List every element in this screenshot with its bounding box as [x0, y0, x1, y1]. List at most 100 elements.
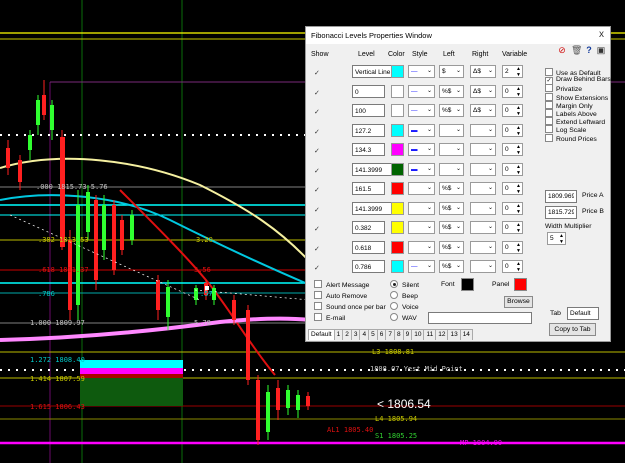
option-checkbox[interactable]: [545, 68, 553, 76]
email-checkbox[interactable]: [314, 313, 322, 321]
variable-stepper[interactable]: 0 ▲ ▼: [502, 240, 523, 254]
style-dropdown[interactable]: ▬ ⌄: [408, 123, 435, 137]
auto-remove-checkbox[interactable]: [314, 291, 322, 299]
left-dropdown[interactable]: ⌄: [439, 143, 464, 156]
show-checkbox[interactable]: ✓: [314, 167, 320, 175]
option-checkbox[interactable]: [545, 117, 553, 126]
right-dropdown[interactable]: Δ$ ⌄: [470, 104, 496, 117]
variable-stepper[interactable]: 0 ▲ ▼: [502, 201, 523, 215]
right-dropdown[interactable]: Δ$ ⌄: [470, 84, 496, 98]
option-checkbox[interactable]: [545, 133, 553, 142]
variable-stepper[interactable]: 0 ▲ ▼: [502, 104, 523, 117]
fibonacci-properties-window[interactable]: Fibonacci Levels Properties Window x ⊘ 🗑…: [305, 26, 611, 342]
left-dropdown[interactable]: %$ ⌄: [439, 240, 464, 254]
show-checkbox[interactable]: ✓: [314, 245, 320, 253]
level-field[interactable]: 141.3999: [352, 201, 392, 215]
panel-color-swatch[interactable]: [514, 278, 527, 291]
voice-option[interactable]: Voice: [390, 302, 419, 311]
color-swatch[interactable]: [391, 201, 404, 215]
beep-radio[interactable]: [390, 291, 398, 299]
wav-option[interactable]: WAV: [390, 313, 417, 322]
stepper-arrows-icon[interactable]: ▲ ▼: [516, 105, 521, 117]
option-checkbox[interactable]: [545, 84, 553, 93]
email-option[interactable]: E-mail: [314, 313, 345, 322]
level-field[interactable]: 161.5: [352, 182, 385, 195]
left-dropdown[interactable]: ⌄: [439, 123, 464, 137]
show-checkbox[interactable]: ✓: [314, 128, 320, 136]
color-swatch[interactable]: [391, 84, 404, 98]
variable-stepper[interactable]: 0 ▲ ▼: [502, 84, 523, 98]
show-checkbox[interactable]: ✓: [314, 186, 320, 194]
stepper-arrows-icon[interactable]: ▲ ▼: [516, 222, 521, 234]
level-field[interactable]: 141.3999: [352, 162, 392, 176]
level-field[interactable]: 0.786: [352, 260, 385, 273]
alert-message-checkbox[interactable]: [314, 280, 322, 288]
color-swatch[interactable]: [391, 240, 404, 254]
silent-option[interactable]: Silent: [390, 280, 419, 289]
stepper-arrows-icon[interactable]: ▲ ▼: [516, 183, 521, 195]
variable-stepper[interactable]: 0 ▲ ▼: [502, 143, 523, 156]
show-checkbox[interactable]: ✓: [314, 89, 320, 97]
variable-stepper[interactable]: 0 ▲ ▼: [502, 123, 523, 137]
auto-remove-option[interactable]: Auto Remove: [314, 291, 367, 300]
stepper-arrows-icon[interactable]: ▲ ▼: [516, 242, 521, 254]
right-dropdown[interactable]: ⌄: [470, 182, 496, 195]
beep-option[interactable]: Beep: [390, 291, 418, 300]
stepper-arrows-icon[interactable]: ▲ ▼: [559, 233, 564, 245]
sound-once-option[interactable]: Sound once per bar: [314, 302, 386, 311]
right-dropdown[interactable]: ⌄: [470, 221, 496, 234]
show-checkbox[interactable]: ✓: [314, 225, 320, 233]
level-field[interactable]: 100: [352, 104, 385, 117]
color-swatch[interactable]: [391, 221, 404, 234]
left-dropdown[interactable]: ⌄: [439, 162, 464, 176]
trash-icon[interactable]: 🗑: [571, 45, 582, 55]
left-dropdown[interactable]: %$ ⌄: [439, 84, 464, 98]
stepper-arrows-icon[interactable]: ▲ ▼: [516, 203, 521, 215]
font-color-swatch[interactable]: [461, 278, 474, 291]
right-dropdown[interactable]: ⌄: [470, 162, 496, 176]
stepper-arrows-icon[interactable]: ▲ ▼: [516, 261, 521, 273]
option-checkbox[interactable]: [545, 92, 553, 101]
color-swatch[interactable]: [391, 182, 404, 195]
stepper-arrows-icon[interactable]: ▲ ▼: [516, 125, 521, 137]
stepper-arrows-icon[interactable]: ▲ ▼: [516, 144, 521, 156]
style-dropdown[interactable]: — ⌄: [408, 104, 435, 117]
silent-radio[interactable]: [390, 280, 398, 288]
style-dropdown[interactable]: ⌄: [408, 240, 435, 254]
variable-stepper[interactable]: 2 ▲ ▼: [502, 65, 523, 78]
right-dropdown[interactable]: Δ$ ⌄: [470, 65, 496, 78]
level-field[interactable]: 0.382: [352, 221, 385, 234]
tab-name-field[interactable]: [567, 307, 599, 320]
right-dropdown[interactable]: ⌄: [470, 260, 496, 273]
color-swatch[interactable]: [391, 162, 404, 176]
style-dropdown[interactable]: ⌄: [408, 182, 435, 195]
level-field[interactable]: 0.618: [352, 240, 385, 254]
no-entry-icon[interactable]: ⊘: [557, 45, 567, 55]
variable-stepper[interactable]: 0 ▲ ▼: [502, 182, 523, 195]
show-checkbox[interactable]: ✓: [314, 108, 320, 116]
help-icon[interactable]: ?: [584, 45, 594, 55]
left-dropdown[interactable]: %$ ⌄: [439, 260, 464, 273]
style-dropdown[interactable]: — ⌄: [408, 84, 435, 98]
alert-message-option[interactable]: Alert Message: [314, 280, 369, 289]
option-round-prices[interactable]: Round Prices: [545, 133, 597, 143]
style-dropdown[interactable]: ⌄: [408, 221, 435, 234]
left-dropdown[interactable]: %$ ⌄: [439, 104, 464, 117]
show-checkbox[interactable]: ✓: [314, 264, 320, 272]
style-dropdown[interactable]: ▬ ⌄: [408, 162, 435, 176]
browse-button[interactable]: Browse: [504, 296, 533, 308]
window-titlebar[interactable]: Fibonacci Levels Properties Window x: [306, 27, 610, 44]
show-checkbox[interactable]: ✓: [314, 206, 320, 214]
right-dropdown[interactable]: ⌄: [470, 201, 496, 215]
option-checkbox[interactable]: [545, 125, 553, 134]
left-dropdown[interactable]: %$ ⌄: [439, 182, 464, 195]
sound-once-checkbox[interactable]: [314, 302, 322, 310]
camera-icon[interactable]: ▣: [596, 45, 606, 55]
color-swatch[interactable]: [391, 143, 404, 156]
variable-stepper[interactable]: 0 ▲ ▼: [502, 260, 523, 273]
wav-file-field[interactable]: [428, 312, 532, 324]
show-checkbox[interactable]: ✓: [314, 147, 320, 155]
color-swatch[interactable]: [391, 104, 404, 117]
variable-stepper[interactable]: 0 ▲ ▼: [502, 221, 523, 234]
level-field[interactable]: 0: [352, 84, 385, 98]
